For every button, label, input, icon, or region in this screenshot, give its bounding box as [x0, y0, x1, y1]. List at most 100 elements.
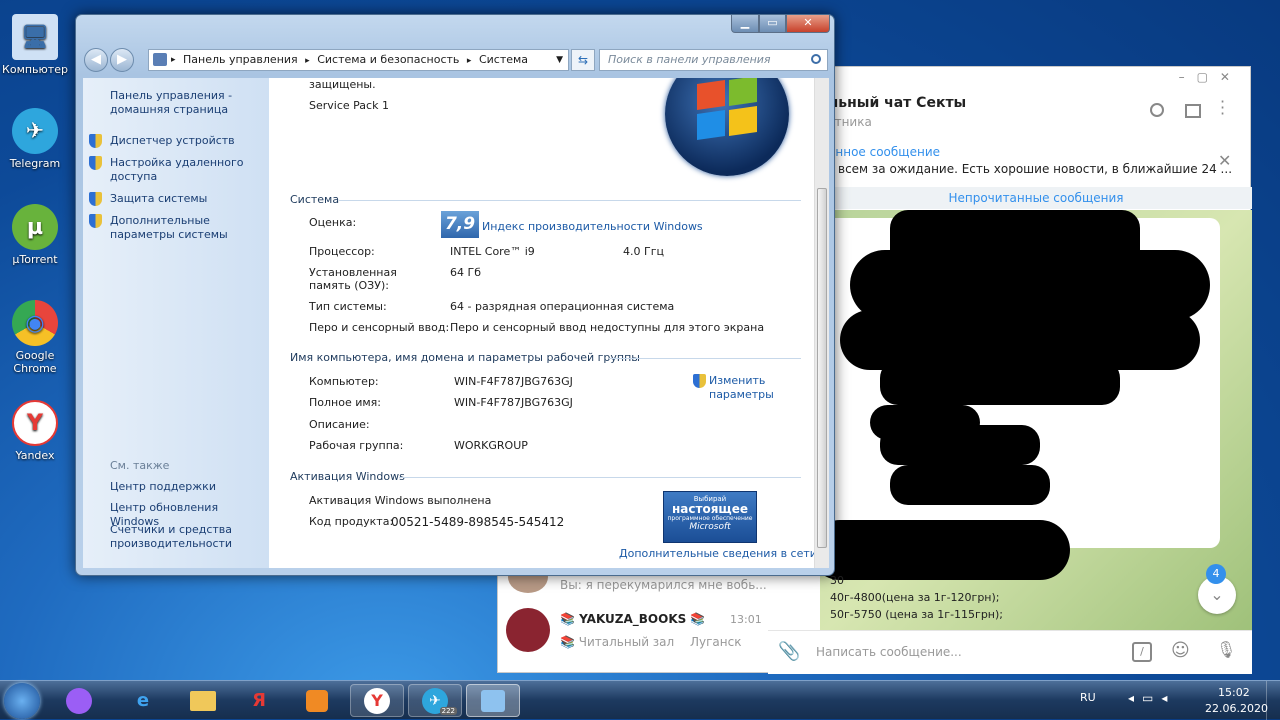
see-also-link-support[interactable]: Центр поддержки	[110, 480, 216, 494]
pinned-title[interactable]: ённое сообщение	[828, 145, 940, 159]
computer-name-value: WIN-F4F787JBG763GJ	[454, 375, 573, 388]
taskbar-alice[interactable]	[52, 684, 106, 717]
message-composer[interactable]: 📎 Написать сообщение... / ☺ 🎙	[768, 630, 1252, 674]
full-name-label: Полное имя:	[309, 396, 381, 409]
chat-time: 13:01	[730, 613, 762, 626]
search-icon[interactable]	[811, 54, 821, 64]
show-desktop-button[interactable]	[1266, 681, 1280, 720]
start-button[interactable]	[4, 683, 40, 719]
chat-title: льный чат Секты	[828, 95, 967, 111]
taskbar-yandex-app[interactable]: Я	[232, 684, 286, 717]
taskbar: e Я Y ✈ 222 RU ◂▭◂ 15:02 22.06.2020	[0, 680, 1280, 720]
message-line: 40г-4800(цена за 1г-120грн);	[830, 591, 1000, 604]
full-name-value: WIN-F4F787JBG763GJ	[454, 396, 573, 409]
sidebar-item-label: Настройка удаленного доступа	[110, 156, 244, 183]
control-panel-home-link[interactable]: Панель управления - домашняя страница	[110, 89, 260, 117]
clock-date[interactable]: 22.06.2020	[1205, 702, 1268, 715]
shield-icon	[89, 156, 102, 170]
taskbar-yandex-browser[interactable]: Y	[350, 684, 404, 717]
vertical-scrollbar[interactable]	[814, 78, 829, 568]
chat-list-item[interactable]: 📚 YAKUZA_BOOKS 📚 13:01 📚 Читальный зал Л…	[498, 602, 768, 662]
language-indicator[interactable]: RU	[1080, 691, 1096, 704]
telegram-badge: 222	[439, 707, 457, 715]
message-line: 50г-5750 (цена за 1г-115грн);	[830, 608, 1003, 621]
description-label: Описание:	[309, 418, 370, 431]
more-info-online-link[interactable]: Дополнительные сведения в сети...	[619, 547, 814, 561]
pen-value: Перо и сенсорный ввод недоступны для это…	[450, 321, 765, 334]
chat-preview: Вы: я перекумарился мне вобь...	[560, 578, 767, 592]
section-title-activation: Активация Windows	[290, 470, 405, 483]
breadcrumb[interactable]: Система и безопасность	[317, 53, 459, 66]
taskbar-ie[interactable]: e	[116, 684, 170, 717]
sidebar-item-device-manager[interactable]: Диспетчер устройств	[89, 134, 267, 148]
breadcrumb[interactable]: Панель управления	[183, 53, 298, 66]
unread-banner: Непрочитанные сообщения	[820, 187, 1252, 209]
address-bar[interactable]: ▸ Панель управления ▸ Система и безопасн…	[148, 49, 569, 71]
sidebar-toggle-icon[interactable]	[1185, 104, 1201, 118]
main-content: защищены. Service Pack 1 Система Оценка:…	[269, 78, 814, 568]
dropdown-icon[interactable]: ▼	[556, 50, 563, 70]
performance-index-link[interactable]: Индекс производительности Windows	[482, 220, 703, 234]
taskbar-telegram[interactable]: ✈ 222	[408, 684, 462, 717]
windows-logo	[665, 78, 789, 176]
control-panel-icon	[153, 53, 167, 66]
cpu-value: INTEL Core™ i9	[450, 245, 535, 258]
system-type-label: Тип системы:	[309, 300, 387, 313]
desktop-icon-label: Telegram	[9, 157, 61, 170]
taskbar-control-panel[interactable]	[466, 684, 520, 717]
workgroup-value: WORKGROUP	[454, 439, 528, 452]
yandex-browser-icon: Y	[364, 687, 390, 714]
pinned-text: всем за ожидание. Есть хорошие новости, …	[838, 162, 1233, 176]
rating-badge[interactable]: 7,9	[441, 211, 479, 238]
tray-icons[interactable]: ◂▭◂	[1128, 691, 1175, 705]
sidebar-item-protection[interactable]: Защита системы	[89, 192, 267, 206]
yandex-letter-icon: Я	[252, 690, 266, 711]
system-window[interactable]: ▁ ▭ ✕ ◀ ▶ ▸ Панель управления ▸ Система …	[75, 14, 835, 576]
shield-icon	[89, 192, 102, 206]
commands-icon[interactable]: /	[1132, 642, 1152, 662]
close-pinned-icon[interactable]: ✕	[1218, 151, 1231, 170]
attach-icon[interactable]: 📎	[778, 641, 800, 662]
service-pack: Service Pack 1	[309, 99, 389, 112]
see-also-link-performance[interactable]: Счетчики и средства производительности	[110, 523, 250, 551]
maximize-button[interactable]: ▭	[759, 15, 786, 33]
microphone-icon[interactable]: 🎙	[1216, 640, 1236, 659]
search-input[interactable]: Поиск в панели управления	[599, 49, 828, 71]
desktop-icon-telegram[interactable]: ✈ Telegram	[0, 108, 70, 170]
search-icon[interactable]	[1150, 103, 1164, 117]
sidebar-item-remote[interactable]: Настройка удаленного доступа	[89, 156, 267, 183]
computer-icon: 🖥	[12, 14, 58, 60]
desktop-icon-label: Yandex	[15, 449, 55, 462]
refresh-button[interactable]: ⇆	[571, 49, 595, 71]
minimize-button[interactable]: ▁	[731, 15, 759, 33]
sidebar-item-advanced[interactable]: Дополнительные параметры системы	[89, 214, 267, 241]
back-button[interactable]: ◀	[84, 48, 108, 72]
chat-name: 📚 YAKUZA_BOOKS 📚	[560, 612, 706, 626]
more-icon[interactable]: · · ·	[1220, 94, 1225, 122]
chat-area[interactable]: 30 40г-4800(цена за 1г-120грн); 50г-5750…	[810, 210, 1252, 630]
forward-button[interactable]: ▶	[110, 48, 134, 72]
scrollbar-thumb[interactable]	[817, 188, 827, 548]
breadcrumb[interactable]: Система	[479, 53, 528, 66]
genuine-microsoft-badge[interactable]: Выбирай настоящее программное обеспечени…	[663, 491, 757, 543]
window-controls: –▢✕	[1178, 70, 1242, 84]
chevron-right-icon: ▸	[305, 56, 310, 66]
ram-value: 64 Гб	[450, 266, 481, 279]
close-button[interactable]: ✕	[786, 15, 830, 33]
emoji-icon[interactable]: ☺	[1171, 640, 1190, 661]
desktop-icon-computer[interactable]: 🖥 Компьютер	[0, 14, 70, 76]
taskbar-media-player[interactable]	[290, 684, 344, 717]
section-title-computer: Имя компьютера, имя домена и параметры р…	[290, 351, 640, 364]
product-key-label: Код продукта:	[309, 515, 394, 528]
internet-explorer-icon: e	[136, 690, 150, 711]
rating-label: Оценка:	[309, 216, 357, 229]
clock-time[interactable]: 15:02	[1218, 686, 1250, 699]
message-input[interactable]: Написать сообщение...	[816, 645, 962, 659]
desktop-icon-utorrent[interactable]: µ µTorrent	[0, 204, 70, 266]
telegram-icon: ✈	[12, 108, 58, 154]
desktop-icon-label: µTorrent	[12, 253, 58, 266]
desktop-icon-chrome[interactable]: ◉ Google Chrome	[0, 300, 70, 375]
yandex-icon: Y	[12, 400, 58, 446]
desktop-icon-yandex[interactable]: Y Yandex	[0, 400, 70, 462]
taskbar-explorer[interactable]	[176, 684, 230, 717]
